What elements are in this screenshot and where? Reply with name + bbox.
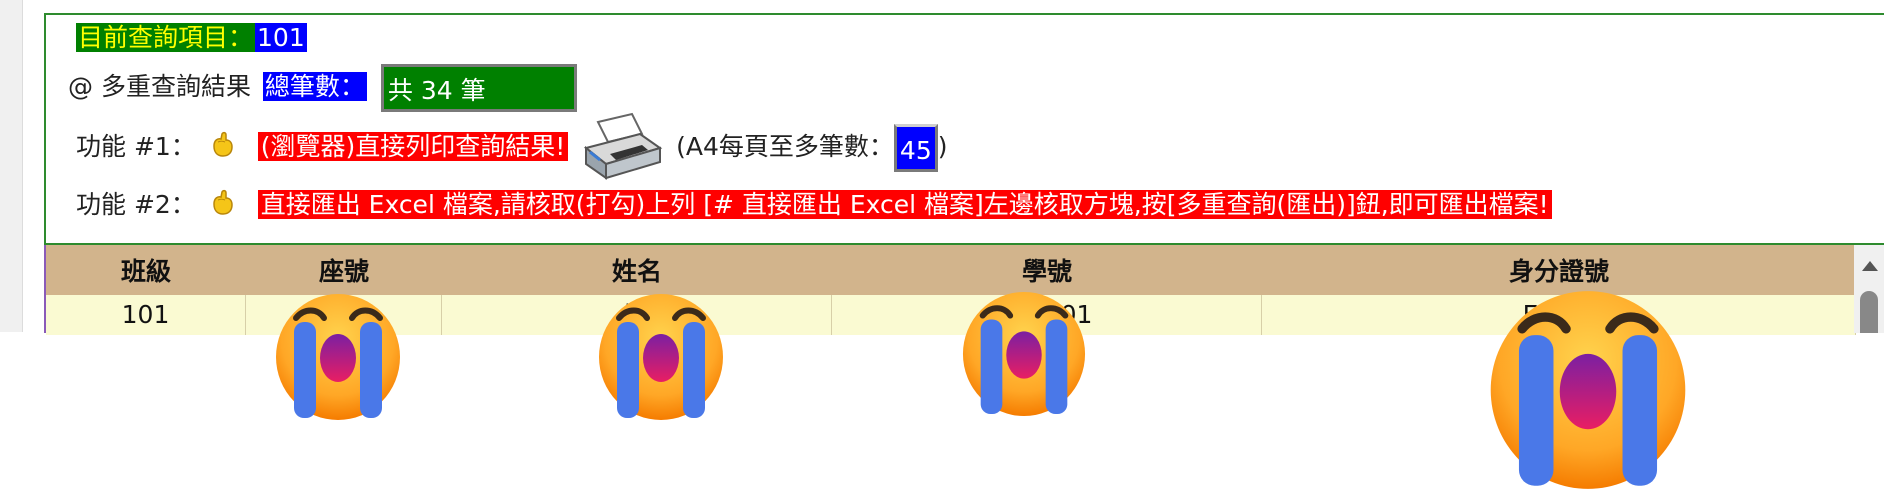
hand-pointer-icon [213, 189, 233, 215]
column-header-seat[interactable]: 座號 [246, 252, 442, 288]
function-2-line: 功能 #2： 直接匯出 Excel 檔案,請核取(打勾)上列 [# 直接匯出 E… [76, 185, 1552, 221]
page: 目前查詢項目： 101 @ 多重查詢結果 總筆數： 共 34 筆 功能 #1： (… [0, 0, 1884, 493]
function-1-line: 功能 #1： (瀏覽器)直接列印查詢結果! (A4每頁至多筆數： 45) [76, 110, 948, 184]
page-limit-value: 45 [893, 124, 938, 172]
scroll-thumb[interactable] [1860, 291, 1878, 333]
page-limit-suffix: ) [937, 132, 948, 161]
print-results-link[interactable]: (瀏覽器)直接列印查詢結果! [257, 132, 569, 161]
vertical-scrollbar[interactable] [1854, 245, 1884, 333]
cell-class: 101 [46, 295, 246, 335]
column-header-national-id[interactable]: 身分證號 [1262, 252, 1856, 288]
crying-face-emoji-icon [1490, 291, 1686, 489]
function-2-label: 功能 #2： [76, 190, 196, 219]
crying-face-emoji-icon [599, 294, 723, 420]
total-count-box: 共 34 筆 [380, 64, 577, 112]
function-1-label: 功能 #1： [76, 132, 196, 161]
current-query-line: 目前查詢項目： 101 [76, 18, 307, 54]
query-info-panel: 目前查詢項目： 101 @ 多重查詢結果 總筆數： 共 34 筆 功能 #1： (… [44, 13, 1884, 245]
export-excel-instruction: 直接匯出 Excel 檔案,請核取(打勾)上列 [# 直接匯出 Excel 檔案… [257, 190, 1552, 219]
column-header-class[interactable]: 班級 [46, 252, 246, 288]
current-query-value: 101 [255, 23, 307, 52]
printer-icon[interactable] [580, 112, 664, 184]
result-summary-line: @ 多重查詢結果 總筆數： 共 34 筆 [68, 60, 577, 114]
scroll-up-arrow-icon[interactable] [1862, 261, 1878, 271]
current-query-label: 目前查詢項目： [76, 23, 256, 52]
hand-pointer-icon [213, 131, 233, 157]
result-prefix: @ 多重查詢結果 [68, 72, 251, 101]
page-limit-prefix: (A4每頁至多筆數： [676, 132, 894, 161]
column-header-name[interactable]: 姓名 [442, 252, 832, 288]
crying-face-emoji-icon [276, 294, 400, 420]
left-frame-strip [0, 0, 23, 332]
total-label: 總筆數： [262, 72, 367, 101]
column-header-student-id[interactable]: 學號 [832, 252, 1262, 288]
crying-face-emoji-icon [962, 291, 1086, 417]
